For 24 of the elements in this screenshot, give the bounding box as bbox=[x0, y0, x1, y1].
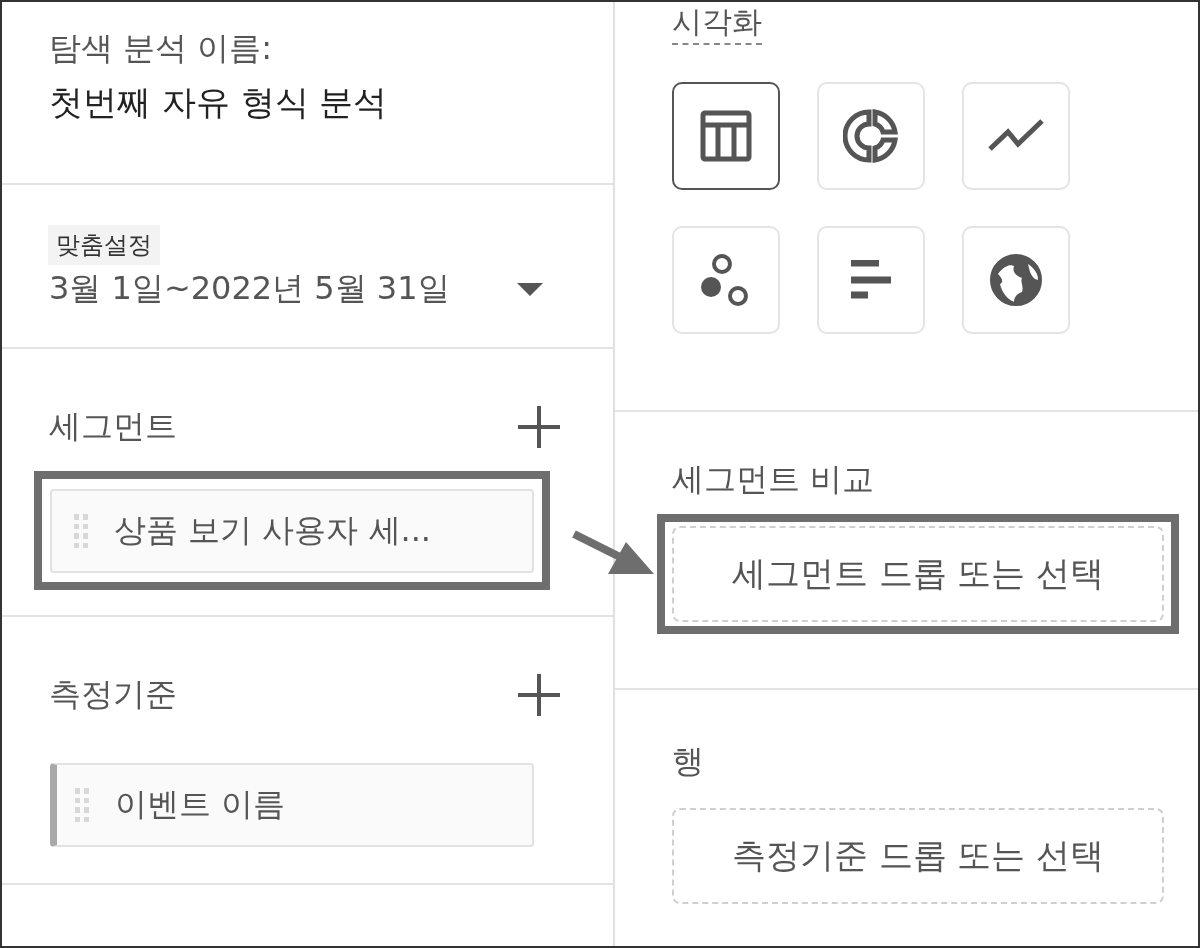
dimension-chip[interactable]: 상품 보기 사용자 세... bbox=[50, 489, 534, 573]
drop-zone[interactable]: 측정기준 드롭 또는 선택 bbox=[672, 808, 1164, 904]
analysis-name-label: 탐색 분석 이름: bbox=[49, 28, 274, 69]
table-icon bbox=[698, 108, 754, 164]
drop-zone[interactable]: 세그먼트 드롭 또는 선택 bbox=[672, 526, 1164, 622]
drag-handle-icon[interactable] bbox=[74, 514, 88, 548]
drag-handle-icon[interactable] bbox=[75, 788, 89, 822]
date-preset-label: 맞춤설정 bbox=[48, 225, 160, 265]
dimension-chip[interactable]: 이벤트 이름 bbox=[50, 763, 534, 847]
section-title: 세그먼트 비교 bbox=[672, 459, 876, 500]
analysis-name[interactable]: 첫번째 자유 형식 분석 bbox=[49, 74, 613, 130]
line-chart-icon bbox=[988, 119, 1044, 153]
section-title: 행 bbox=[672, 741, 705, 782]
visualization-option[interactable] bbox=[672, 82, 780, 190]
section-title: 세그먼트 bbox=[49, 406, 177, 447]
plus-icon[interactable] bbox=[518, 674, 560, 716]
bar-chart-icon bbox=[851, 260, 891, 300]
section-title: 측정기준 bbox=[49, 674, 177, 715]
donut-chart-icon bbox=[843, 108, 899, 164]
section-title: 시각화 bbox=[672, 5, 762, 45]
date-range[interactable]: 3월 1일~2022년 5월 31일 bbox=[49, 267, 450, 311]
plus-icon[interactable] bbox=[518, 406, 560, 448]
globe-icon bbox=[988, 252, 1044, 308]
dropdown-caret-icon[interactable] bbox=[517, 282, 543, 296]
